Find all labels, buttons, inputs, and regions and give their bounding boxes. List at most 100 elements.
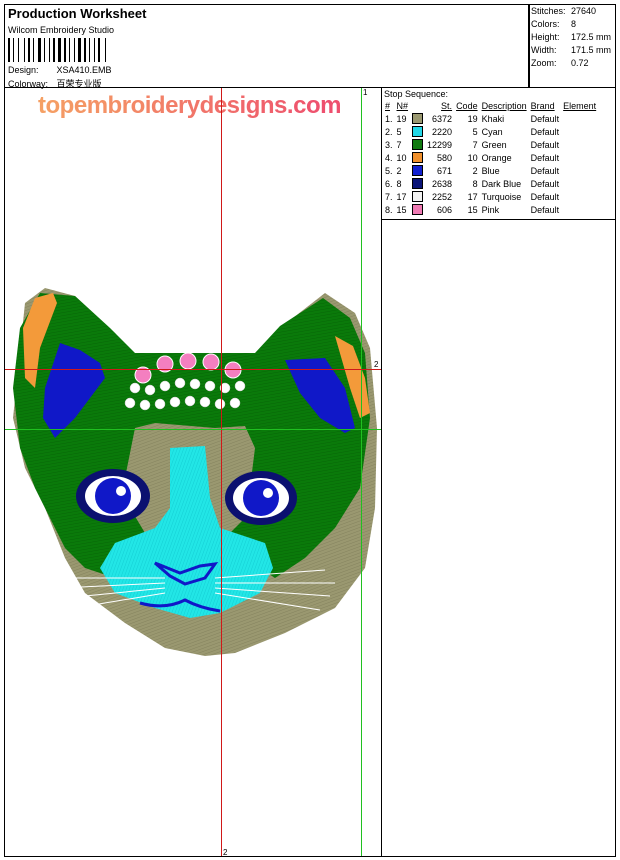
table-header-row: # N# St. Code Description Brand Element	[383, 100, 598, 112]
row-brand: Default	[529, 177, 562, 190]
row-stitches-text: 606	[437, 204, 453, 215]
row-code-text: 17	[467, 191, 478, 202]
colors-label: Colors:	[531, 19, 560, 29]
barcode-bar	[87, 38, 88, 62]
row-index: 8.	[383, 203, 395, 216]
row-needle: 8	[395, 177, 411, 190]
barcode-bar	[33, 38, 34, 62]
row-brand: Default	[529, 151, 562, 164]
row-stitches-text: 6372	[432, 113, 453, 124]
col-header-brand: Brand	[530, 101, 555, 111]
row-stitches-text: 12299	[427, 139, 453, 150]
barcode-bar	[82, 38, 83, 62]
width-label: Width:	[531, 45, 557, 55]
barcode-bar	[78, 38, 81, 62]
row-color-swatch-cell	[410, 190, 425, 203]
row-needle: 17	[395, 190, 411, 203]
row-index: 1.	[383, 112, 395, 125]
barcode-bar	[13, 38, 14, 62]
barcode-bar	[38, 38, 41, 62]
row-needle: 15	[395, 203, 411, 216]
row-needle-text: 5	[396, 126, 402, 137]
row-needle-text: 15	[396, 204, 407, 215]
row-brand: Default	[529, 125, 562, 138]
row-brand-text: Default	[530, 165, 560, 176]
row-element	[561, 125, 598, 138]
table-row: 4. 10 580 10 Orange Default	[383, 151, 598, 164]
barcode-bar	[24, 38, 25, 62]
row-description: Pink	[480, 203, 529, 216]
row-description: Dark Blue	[480, 177, 529, 190]
barcode-bar	[58, 38, 61, 62]
row-code-text: 19	[467, 113, 478, 124]
barcode-bar	[84, 38, 86, 62]
table-row: 7. 17 2252 17 Turquoise Default	[383, 190, 598, 203]
row-description: Khaki	[480, 112, 529, 125]
row-brand: Default	[529, 164, 562, 177]
row-index: 7.	[383, 190, 395, 203]
barcode-bar	[62, 38, 63, 62]
height-row: Height: 172.5 mm	[531, 32, 611, 42]
colors-value: 8	[571, 19, 577, 29]
width-row: Width: 171.5 mm	[531, 45, 611, 55]
row-description-text: Dark Blue	[481, 178, 522, 189]
barcode-bar	[107, 38, 108, 62]
col-header-needle: N#	[396, 101, 409, 111]
row-code-text: 15	[467, 204, 478, 215]
row-code-text: 7	[472, 139, 478, 150]
row-brand: Default	[529, 138, 562, 151]
row-index: 2.	[383, 125, 395, 138]
barcode-bar	[105, 38, 106, 62]
green-vertical-guide	[361, 88, 362, 856]
cat-embroidery-image	[13, 288, 377, 656]
green-horizontal-guide	[5, 429, 381, 430]
row-code-text: 10	[467, 152, 478, 163]
row-code: 19	[454, 112, 480, 125]
row-element	[561, 177, 598, 190]
row-element	[561, 164, 598, 177]
barcode-bar	[101, 38, 104, 62]
barcode-bar	[46, 38, 48, 62]
row-index: 5.	[383, 164, 395, 177]
table-row: 6. 8 2638 8 Dark Blue Default	[383, 177, 598, 190]
col-header-code: Code	[456, 101, 478, 111]
row-description-text: Cyan	[481, 126, 503, 137]
row-needle: 5	[395, 125, 411, 138]
table-row: 1. 19 6372 19 Khaki Default	[383, 112, 598, 125]
barcode-bar	[15, 38, 17, 62]
red-vertical-guide	[221, 88, 222, 856]
row-brand: Default	[529, 112, 562, 125]
row-brand-text: Default	[530, 126, 560, 137]
row-code: 17	[454, 190, 480, 203]
table-divider	[382, 219, 615, 220]
row-brand-text: Default	[530, 191, 560, 202]
height-label: Height:	[531, 32, 560, 42]
row-index-text: 2.	[385, 126, 393, 137]
row-description: Green	[480, 138, 529, 151]
row-element	[561, 112, 598, 125]
row-stitches-text: 2252	[432, 191, 453, 202]
red-guide-marker-right: 2	[374, 360, 379, 369]
barcode-bar	[20, 38, 23, 62]
software-name: Wilcom Embroidery Studio	[8, 25, 115, 35]
row-needle-text: 17	[396, 191, 407, 202]
barcode	[8, 38, 134, 62]
row-needle-text: 2	[396, 165, 402, 176]
row-description-text: Khaki	[481, 113, 505, 124]
row-stitches-text: 2638	[432, 178, 453, 189]
barcode-bar	[67, 38, 68, 62]
barcode-bar	[89, 38, 90, 62]
row-brand-text: Default	[530, 113, 560, 124]
row-description: Cyan	[480, 125, 529, 138]
green-guide-marker: 1	[363, 88, 368, 97]
row-code: 7	[454, 138, 480, 151]
row-index: 3.	[383, 138, 395, 151]
row-color-swatch-cell	[410, 138, 425, 151]
barcode-bar	[56, 38, 57, 62]
barcode-bar	[64, 38, 66, 62]
row-code: 15	[454, 203, 480, 216]
row-needle: 19	[395, 112, 411, 125]
col-header-description: Description	[481, 101, 527, 111]
col-header-stitches: St.	[441, 101, 453, 111]
barcode-bar	[11, 38, 12, 62]
